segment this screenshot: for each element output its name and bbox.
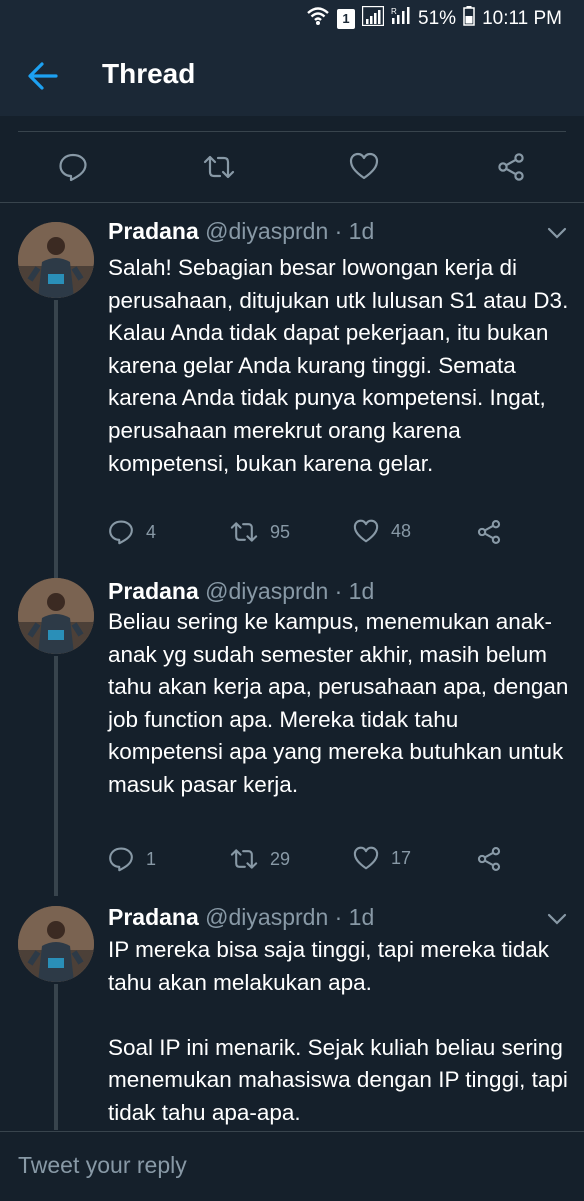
signal-icon xyxy=(361,5,385,32)
thread-connector xyxy=(54,984,58,1130)
tweet-header: Pradana @diyasprdn · 1d xyxy=(108,578,374,605)
battery-percent: 51% xyxy=(418,8,457,29)
retweet-button[interactable] xyxy=(203,152,235,187)
reply-button[interactable]: 1 xyxy=(108,846,156,872)
retweet-icon xyxy=(230,849,258,869)
svg-text:R: R xyxy=(391,7,397,16)
tweet-text: Salah! Sebagian besar lowongan kerja di … xyxy=(108,252,578,480)
author-name[interactable]: Pradana xyxy=(108,218,199,244)
author-handle-time: @diyasprdn · 1d xyxy=(205,904,375,930)
arrow-left-icon xyxy=(28,62,58,90)
tweet-paragraph: Soal IP ini menarik. Sejak kuliah beliau… xyxy=(108,1034,568,1125)
like-icon xyxy=(349,152,379,180)
like-icon xyxy=(353,519,379,543)
share-button[interactable] xyxy=(476,846,502,872)
retweet-count: 29 xyxy=(270,848,291,869)
avatar[interactable] xyxy=(18,222,94,298)
reply-count: 4 xyxy=(146,521,157,542)
sim-badge: 1 xyxy=(337,9,356,29)
reply-composer: Tweet your reply xyxy=(0,1131,584,1201)
thread-connector xyxy=(54,300,58,592)
author-handle-time: @diyasprdn · 1d xyxy=(205,578,375,604)
clock: 10:11 PM xyxy=(482,8,562,29)
author-name[interactable]: Pradana xyxy=(108,904,199,930)
tweet-menu-button[interactable] xyxy=(546,912,568,926)
reply-icon xyxy=(59,153,87,182)
status-icons: 1 R 51% 10:11 PM xyxy=(306,5,562,32)
author-name[interactable]: Pradana xyxy=(108,578,199,604)
share-icon xyxy=(477,520,501,544)
chevron-down-icon xyxy=(547,913,567,925)
reply-icon xyxy=(109,847,133,872)
divider xyxy=(18,131,566,132)
author-handle-time: @diyasprdn · 1d xyxy=(205,218,375,244)
reply-count: 1 xyxy=(146,848,157,869)
signal-roaming-icon: R xyxy=(391,6,411,32)
like-button[interactable]: 17 xyxy=(353,846,411,870)
back-button[interactable] xyxy=(26,58,60,94)
status-bar: 1 R 51% 10:11 PM xyxy=(0,0,584,36)
reply-button[interactable]: 4 xyxy=(108,519,156,545)
tweet-header: Pradana @diyasprdn · 1d xyxy=(108,904,374,931)
avatar[interactable] xyxy=(18,578,94,654)
battery-icon xyxy=(463,6,475,32)
thread-connector xyxy=(54,656,58,896)
like-icon xyxy=(353,846,379,870)
tweet-paragraph: Salah! Sebagian besar lowongan kerja di … xyxy=(108,255,569,476)
page-title: Thread xyxy=(102,58,196,89)
like-button[interactable] xyxy=(349,152,379,185)
reply-button[interactable] xyxy=(58,152,88,187)
retweet-count: 95 xyxy=(270,521,291,542)
tweet-paragraph: Beliau sering ke kampus, menemukan anak-… xyxy=(108,609,569,797)
tweet-text: IP mereka bisa saja tinggi, tapi mereka … xyxy=(108,934,578,1130)
tweet-actions: 1 29 17 xyxy=(108,846,578,876)
tweet-paragraph: IP mereka bisa saja tinggi, tapi mereka … xyxy=(108,937,550,995)
tweet-text: Beliau sering ke kampus, menemukan anak-… xyxy=(108,606,578,802)
divider xyxy=(0,202,584,203)
like-button[interactable]: 48 xyxy=(353,519,411,543)
focused-tweet-actions xyxy=(0,136,584,198)
retweet-button[interactable]: 29 xyxy=(230,846,290,872)
retweet-icon xyxy=(203,155,235,179)
share-icon xyxy=(498,153,524,181)
avatar[interactable] xyxy=(18,906,94,982)
chevron-down-icon xyxy=(547,227,567,239)
like-count: 17 xyxy=(391,847,412,868)
retweet-button[interactable]: 95 xyxy=(230,519,290,545)
tweet-actions: 4 95 48 xyxy=(108,519,578,549)
share-icon xyxy=(477,847,501,871)
reply-input[interactable]: Tweet your reply xyxy=(18,1152,187,1179)
tweet-menu-button[interactable] xyxy=(546,226,568,240)
share-button[interactable] xyxy=(476,519,502,545)
reply-icon xyxy=(109,520,133,545)
retweet-icon xyxy=(230,522,258,542)
tweet-header: Pradana @diyasprdn · 1d xyxy=(108,218,374,245)
like-count: 48 xyxy=(391,520,412,541)
app-bar: Thread xyxy=(0,36,584,116)
wifi-icon xyxy=(306,6,330,32)
share-button[interactable] xyxy=(496,152,526,187)
